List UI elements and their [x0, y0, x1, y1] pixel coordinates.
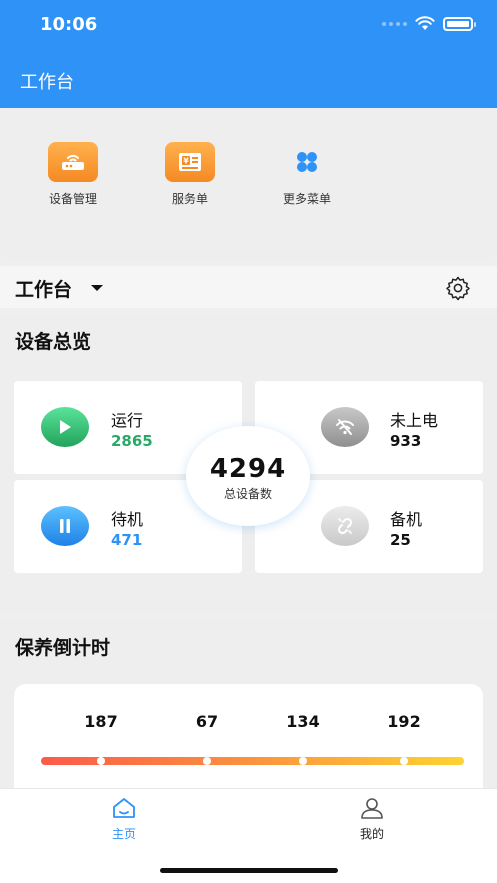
maintenance-card — [14, 684, 483, 788]
total-devices-badge: 4294 总设备数 — [186, 426, 310, 526]
tab-home[interactable]: 主页 — [84, 797, 164, 842]
maintenance-value: 187 — [84, 712, 118, 731]
progress-marker — [97, 757, 105, 765]
maintenance-value: 192 — [387, 712, 421, 731]
wifi-icon — [415, 16, 435, 30]
stat-value: 2865 — [111, 432, 153, 450]
caret-down-icon — [91, 285, 103, 291]
router-icon — [48, 142, 98, 182]
quick-actions-panel: 设备管理 ¥ 服务单 更多菜单 — [0, 108, 497, 260]
stat-label: 未上电 — [390, 411, 439, 430]
battery-icon — [443, 16, 476, 31]
grid-menu-icon — [282, 142, 332, 182]
overview-title: 设备总览 — [15, 331, 92, 353]
gear-icon[interactable] — [445, 275, 471, 301]
stat-label: 运行 — [111, 411, 144, 430]
stat-label: 备机 — [390, 510, 423, 529]
tab-home-label: 主页 — [111, 827, 136, 841]
quick-action-label: 更多菜单 — [282, 192, 331, 206]
maintenance-value: 67 — [195, 712, 219, 731]
workbench-title: 工作台 — [15, 279, 73, 301]
progress-marker — [400, 757, 408, 765]
tab-mine-label: 我的 — [359, 827, 384, 841]
quick-action-device-management[interactable]: 设备管理 — [28, 142, 118, 207]
stat-value: 25 — [390, 531, 411, 549]
play-icon — [41, 407, 89, 447]
quick-action-more-menu[interactable]: 更多菜单 — [262, 142, 352, 207]
home-icon — [113, 798, 135, 818]
total-devices-value: 4294 — [209, 454, 287, 484]
maintenance-title: 保养倒计时 — [15, 637, 111, 659]
user-icon — [361, 798, 383, 819]
quick-action-label: 服务单 — [171, 192, 208, 206]
cellular-signal-icon — [382, 21, 407, 26]
progress-marker — [299, 757, 307, 765]
workbench-selector[interactable]: 工作台 — [0, 266, 497, 308]
wifi-off-icon — [321, 407, 369, 447]
status-bar: 10:06 — [0, 0, 497, 52]
status-time: 10:06 — [40, 14, 98, 35]
quick-action-service-order[interactable]: ¥ 服务单 — [145, 142, 235, 207]
pause-icon — [41, 506, 89, 546]
tab-mine[interactable]: 我的 — [332, 797, 412, 842]
stat-value: 933 — [390, 432, 422, 450]
svg-text:¥: ¥ — [183, 157, 189, 166]
quick-action-label: 设备管理 — [48, 192, 97, 206]
home-indicator — [160, 868, 338, 873]
stat-label: 待机 — [111, 510, 144, 529]
page-title: 工作台 — [20, 72, 74, 93]
invoice-icon: ¥ — [165, 142, 215, 182]
app-header: 工作台 — [0, 52, 497, 108]
stat-value: 471 — [111, 531, 143, 549]
maintenance-value: 134 — [286, 712, 320, 731]
total-devices-label: 总设备数 — [223, 487, 272, 501]
progress-marker — [203, 757, 211, 765]
unlink-icon — [321, 506, 369, 546]
status-icons — [382, 16, 476, 31]
